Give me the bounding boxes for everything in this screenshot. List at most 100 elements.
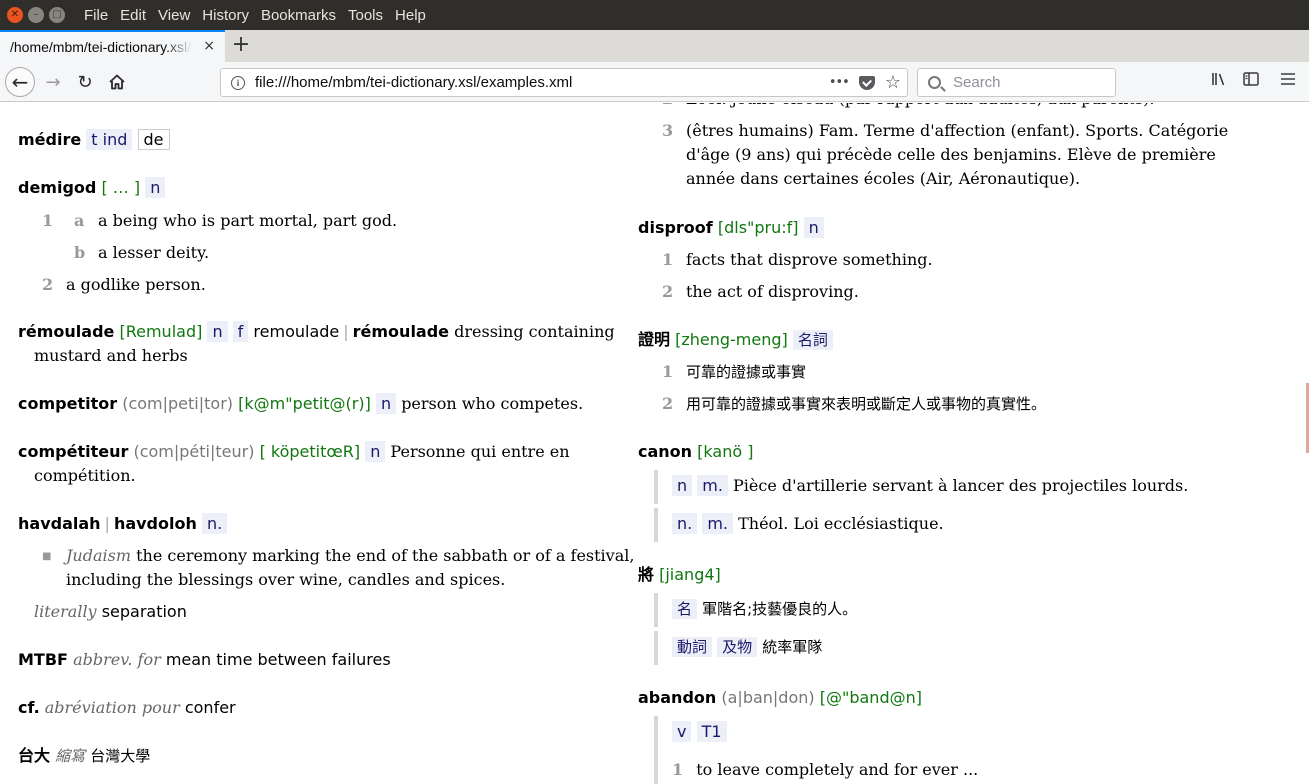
tab-title: /home/mbm/tei-dictionary.xsl/examples.xm… [10,39,192,55]
sense-block: 名 軍階名;技藝優良的人。 [654,593,857,627]
headword: MTBF [18,650,68,669]
definition: dressing containing [454,322,615,341]
arrow-left-icon: ← [11,70,29,94]
info-icon[interactable]: i [231,75,245,90]
tab-close-icon[interactable]: × [203,38,215,54]
sense-number: 2 [662,103,673,111]
url-bar[interactable]: i file:///home/mbm/tei-dictionary.xsl/ex… [220,68,908,97]
window-titlebar: ✕ – □ File Edit View History Bookmarks T… [0,0,1309,30]
library-icon[interactable] [1210,70,1228,92]
pos-label: n [672,475,693,496]
hamburger-menu-icon[interactable] [1280,70,1296,92]
preposition-box: de [137,129,170,150]
abbreviation-label: abréviation pour [44,698,180,717]
menu-edit[interactable]: Edit [114,7,152,24]
sense-text: the act of disproving. [686,282,859,301]
sense-text-continued: année dans certaines écoles (Air, Aérona… [686,169,1081,188]
pronunciation: [jiang4] [659,565,721,584]
search-placeholder: Search [953,74,1001,91]
grammar-code: T1 [696,721,727,742]
page-content: médire t ind de demigod [ … ] n 1 a a be… [0,103,1303,784]
back-button[interactable]: ← [5,67,35,97]
page-actions-icon[interactable]: ••• [829,75,850,93]
reload-icon: ↻ [77,71,93,93]
bullet-icon: ■ [42,551,52,562]
gender-label: m. [697,475,728,496]
entry-demigod: demigod [ … ] n 1 a a being who is part … [18,176,618,296]
sense-text: 統率軍隊 [762,638,823,656]
headword-variant: havdoloh [113,514,197,533]
sense-text: 軍階名;技藝優良的人。 [702,600,858,618]
pos-label: n [375,393,397,414]
sense-number: 1 [662,250,674,269]
definition-continued: mustard and herbs [34,346,188,365]
pos-label: t ind [86,129,133,150]
page-scrollbar[interactable] [1303,103,1309,784]
headword: canon [638,442,693,461]
tab-examples[interactable]: /home/mbm/tei-dictionary.xsl/examples.xm… [0,30,225,62]
sense-text: Pièce d'artillerie servant à lancer des … [733,476,1189,495]
menu-help[interactable]: Help [389,7,432,24]
literal-label: literally [34,602,97,621]
headword: cf. [18,698,40,717]
search-icon [928,76,941,89]
pos-label: n [803,217,824,238]
literal-meaning: separation [101,602,187,621]
entry-disproof: disproof [dls"pru:f] n 1 facts that disp… [638,216,1278,306]
entry-partial-top: 2 Zool. jeune oiseau (par rapport aux ad… [638,103,1278,188]
window-close-button[interactable]: ✕ [7,7,23,23]
sense-text: a lesser deity. [98,243,210,262]
new-tab-button[interactable]: + [230,32,252,58]
home-button[interactable] [102,67,132,97]
menu-bar: File Edit View History Bookmarks Tools H… [78,7,432,24]
sense-text: 用可靠的證據或事實來表明或斷定人或事物的真實性。 [686,395,1047,413]
pronunciation: [kanö ] [697,442,754,461]
abbreviation-label: abbrev. for [73,650,161,669]
headword: demigod [18,178,97,197]
pos-label: v [672,721,692,742]
search-bar[interactable]: Search [917,68,1116,97]
headword: havdalah [18,514,101,533]
pronunciation: [ köpetitœR] [259,442,361,461]
menu-view[interactable]: View [152,7,196,24]
subsense-letter: b [74,243,86,262]
pronunciation: [@"band@n] [819,688,922,707]
pronunciation: [Remulad] [119,322,203,341]
variant-separator: | [104,514,110,533]
menu-bookmarks[interactable]: Bookmarks [255,7,342,24]
syllabification: (com|péti|teur) [133,442,255,461]
sense-block: 動詞 及物 統率軍隊 [654,631,822,665]
sense-number: 1 [672,760,684,779]
sense-text-continued: d'âge (9 ans) qui précède celle des benj… [686,145,1216,164]
menu-history[interactable]: History [196,7,255,24]
gender-label: m. [702,513,733,534]
url-actions: ••• ☆ [829,72,901,93]
syllabification: (com|peti|tor) [122,394,234,413]
entry-havdalah: havdalah | havdoloh n. ■ Judaism the cerem… [18,512,638,622]
entry-mtbf: MTBF abbrev. for mean time between failu… [18,648,391,672]
sense-number: 2 [42,275,54,294]
headword: disproof [638,218,713,237]
url-text[interactable]: file:///home/mbm/tei-dictionary.xsl/exam… [255,74,572,91]
pos-label: 及物 [717,637,758,657]
pocket-icon[interactable] [858,76,875,90]
bookmark-star-icon[interactable]: ☆ [885,72,901,93]
pronunciation: [ … ] [101,178,141,197]
sidebar-icon[interactable] [1242,70,1260,92]
sense-text: facts that disprove something. [686,250,933,269]
sense-number: 1 [42,211,54,230]
abbreviation-label: 縮寫 [55,747,86,765]
reload-button[interactable]: ↻ [70,67,100,97]
window-minimize-button[interactable]: – [28,7,44,23]
headword: 將 [638,565,655,584]
sense-number: 2 [662,282,674,301]
variant: rémoulade [352,322,450,341]
menu-tools[interactable]: Tools [342,7,389,24]
forward-button[interactable]: → [38,67,68,97]
menu-file[interactable]: File [78,7,114,24]
pos-label: 名詞 [792,330,833,350]
window-maximize-button[interactable]: □ [49,7,65,23]
pos-label: n [207,321,228,342]
sense-text: to leave completely and for ever ... [696,760,979,779]
sense-number: 3 [662,121,674,140]
